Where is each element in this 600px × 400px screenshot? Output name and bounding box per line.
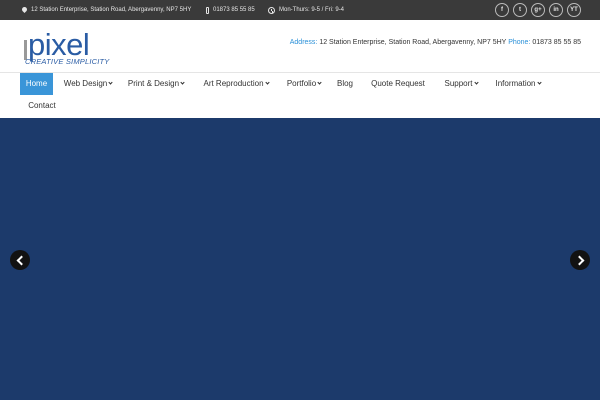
hero-slider xyxy=(0,118,600,400)
nav-label: Art Reproduction xyxy=(203,79,264,88)
chevron-down-icon xyxy=(108,80,113,85)
nav-label: Print & Design xyxy=(127,79,180,88)
slider-next-button[interactable] xyxy=(570,250,590,270)
nav-item-web-design[interactable]: Web Design xyxy=(58,73,118,95)
logo-tagline: CREATIVE SIMPLICITY xyxy=(25,57,110,66)
nav-label: Blog xyxy=(336,79,353,88)
nav-item-print-design[interactable]: Print & Design xyxy=(122,73,190,95)
site-logo[interactable]: pixel CREATIVE SIMPLICITY xyxy=(22,28,122,68)
topbar-hours-text: Mon-Thurs: 9-5 / Fri: 9-4 xyxy=(279,7,345,13)
slider-prev-button[interactable] xyxy=(10,250,30,270)
chevron-down-icon xyxy=(264,80,270,85)
topbar-address-text: 12 Station Enterprise, Station Road, Abe… xyxy=(31,7,192,13)
topbar-hours: Mon-Thurs: 9-5 / Fri: 9-4 xyxy=(268,0,344,20)
nav-item-support[interactable]: Support xyxy=(438,73,484,95)
chevron-down-icon xyxy=(317,80,322,85)
nav-item-information[interactable]: Information xyxy=(488,73,548,95)
youtube-icon[interactable]: YT xyxy=(567,3,581,17)
linkedin-icon[interactable]: in xyxy=(549,3,563,17)
clock-icon xyxy=(268,6,275,14)
nav-item-art-reproduction[interactable]: Art Reproduction xyxy=(196,73,276,95)
top-bar: 12 Station Enterprise, Station Road, Abe… xyxy=(0,0,600,20)
map-pin-icon xyxy=(22,7,27,14)
twitter-icon[interactable]: t xyxy=(513,3,527,17)
nav-label: Web Design xyxy=(63,79,108,88)
chevron-down-icon xyxy=(180,80,185,85)
site-header: pixel CREATIVE SIMPLICITY Address: 12 St… xyxy=(0,20,600,73)
nav-label: Portfolio xyxy=(286,79,317,88)
address-label: Address: xyxy=(289,39,318,46)
nav-item-contact[interactable]: Contact xyxy=(20,95,64,117)
nav-label: Home xyxy=(25,79,48,88)
nav-label: Quote Request xyxy=(371,79,425,88)
nav-item-portfolio[interactable]: Portfolio xyxy=(280,73,328,95)
chevron-down-icon xyxy=(536,80,542,85)
header-contact: Address: 12 Station Enterprise, Station … xyxy=(290,39,581,46)
topbar-phone: 01873 85 55 85 xyxy=(206,0,255,20)
google-plus-icon[interactable]: g+ xyxy=(531,3,545,17)
nav-item-home[interactable]: Home xyxy=(20,73,53,95)
main-navigation: Home Web Design Print & Design Art Repro… xyxy=(0,73,600,118)
topbar-address: 12 Station Enterprise, Station Road, Abe… xyxy=(22,0,191,20)
social-links: f t g+ in YT xyxy=(495,3,581,17)
nav-item-quote-request[interactable]: Quote Request xyxy=(364,73,432,95)
phone-icon xyxy=(206,6,209,14)
nav-item-blog[interactable]: Blog xyxy=(332,73,358,95)
nav-label: Information xyxy=(495,79,536,88)
nav-label: Support xyxy=(444,79,473,88)
chevron-down-icon xyxy=(473,80,479,85)
facebook-icon[interactable]: f xyxy=(495,3,509,17)
phone-label: Phone: xyxy=(508,39,531,46)
topbar-phone-text: 01873 85 55 85 xyxy=(213,7,255,13)
phone-value: 01873 85 55 85 xyxy=(532,39,581,46)
nav-label: Contact xyxy=(28,101,56,110)
address-value: 12 Station Enterprise, Station Road, Abe… xyxy=(319,39,507,46)
